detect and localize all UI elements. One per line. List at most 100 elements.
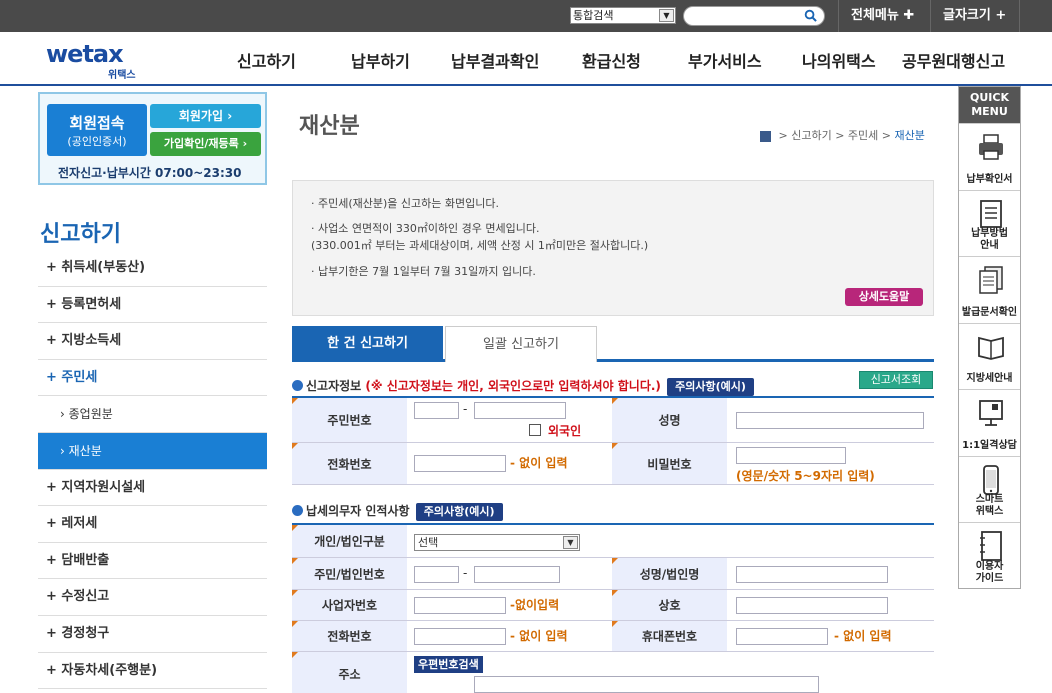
lnb-item-vehicle-tax[interactable]: + 자동차세(주행분) — [38, 653, 267, 690]
gnb-item-report[interactable]: 신고하기 — [237, 48, 296, 72]
gnb-item-my-wetax[interactable]: 나의위택스 — [802, 48, 876, 72]
chevron-right-icon: › — [242, 137, 248, 150]
lnb-item-regional-resource-tax[interactable]: + 지역자원시설세 — [38, 470, 267, 507]
taxpayer-section-title: 납세의무자 인적사항 주의사항(예시) — [292, 502, 503, 521]
rejoin-label: 가입확인/재등록 — [163, 137, 239, 150]
font-size-button[interactable]: 글자크기 + — [930, 0, 1020, 32]
lnb-subitem-property[interactable]: › 재산분 — [38, 432, 267, 470]
member-login-button[interactable]: 회원접속 (공인인증서) — [47, 104, 147, 156]
reporter-notice-button[interactable]: 주의사항(예시) — [667, 377, 754, 396]
quick-menu: QUICK MENU 납부확인서 납부방법 안내 발급문서확인 지방세안내 1:1일… — [958, 86, 1021, 589]
quick-item-local-tax-guide[interactable]: 지방세안내 — [959, 322, 1020, 390]
tab-bulk-report[interactable]: 일괄 신고하기 — [445, 326, 597, 362]
lnb-item-local-income-tax[interactable]: + 지방소득세 — [38, 323, 267, 360]
dash-separator: - — [463, 402, 468, 416]
lnb-item-registration-tax[interactable]: + 등록면허세 — [38, 287, 267, 324]
tp-phone-input[interactable] — [414, 628, 506, 645]
member-login-label: 회원접속 — [69, 114, 125, 132]
company-input[interactable] — [736, 597, 888, 614]
lnb-title: 신고하기 — [40, 222, 121, 247]
quick-item-smart-wetax[interactable]: 스마트 위택스 — [959, 455, 1020, 523]
quick-item-label-1: 스마트 — [975, 494, 1004, 505]
quick-item-label-2: 가이드 — [975, 572, 1004, 584]
breadcrumb-current: 재산분 — [894, 129, 925, 142]
search-scope-select[interactable]: 통합검색 ▼ — [570, 7, 676, 24]
info-box: · 주민세(재산분)을 신고하는 화면입니다. · 사업소 연면적이 330㎡이… — [292, 180, 934, 316]
gnb-item-refund[interactable]: 환급신청 — [582, 48, 641, 72]
lnb-item-tobacco[interactable]: + 담배반출 — [38, 543, 267, 580]
company-label: 상호 — [658, 598, 681, 613]
foreigner-label: 외국인 — [548, 424, 582, 438]
info-line: (330.001㎡ 부터는 과세대상이며, 세액 산정 시 1㎡미만은 절사합니… — [311, 239, 649, 252]
rrn-front-input[interactable] — [414, 402, 459, 419]
quick-item-payment-certificate[interactable]: 납부확인서 — [959, 123, 1020, 190]
smartphone-icon — [983, 464, 999, 495]
form-row: 사업자번호 -없이입력 상호 — [292, 590, 934, 621]
tab-single-report[interactable]: 한 건 신고하기 — [292, 326, 443, 362]
id-back-input[interactable] — [474, 566, 560, 583]
quick-item-document-verify[interactable]: 발급문서확인 — [959, 256, 1020, 323]
lnb-item-amended-report[interactable]: + 수정신고 — [38, 579, 267, 616]
search-icon[interactable] — [804, 9, 817, 22]
quick-menu-head-1: QUICK — [970, 91, 1009, 104]
breadcrumb-item[interactable]: 신고하기 — [791, 129, 831, 142]
field-label: 개인/법인구분 — [292, 525, 407, 557]
taxpayer-notice-button[interactable]: 주의사항(예시) — [415, 502, 503, 521]
mobile-input[interactable] — [736, 628, 828, 645]
form-row: 주민번호 - 외국인 성명 — [292, 398, 934, 443]
lnb-item-correction-claim[interactable]: + 경정청구 — [38, 616, 267, 653]
document-list-icon — [980, 199, 1002, 228]
name-input[interactable] — [736, 412, 924, 429]
bullet-icon — [292, 505, 303, 516]
taxpayer-title-text: 납세의무자 인적사항 — [306, 504, 410, 518]
info-line: · 납부기한은 7월 1일부터 7월 31일까지 입니다. — [311, 265, 536, 278]
corp-name-input[interactable] — [736, 566, 888, 583]
bizno-label: 사업자번호 — [321, 598, 378, 613]
quick-item-user-guide[interactable]: 이용자 가이드 — [959, 522, 1020, 589]
info-line: · 사업소 연면적이 330㎡이하인 경우 면세입니다. — [311, 222, 540, 235]
notebook-icon — [980, 531, 1002, 561]
breadcrumb-item[interactable]: 주민세 — [848, 129, 878, 142]
lnb-item-leisure-tax[interactable]: + 레저세 — [38, 506, 267, 543]
quick-item-payment-guide[interactable]: 납부방법 안내 — [959, 189, 1020, 257]
search-input[interactable] — [683, 6, 825, 26]
rrn-back-input[interactable] — [474, 402, 566, 419]
password-input[interactable] — [736, 447, 846, 464]
field-label: 비밀번호 — [612, 443, 727, 484]
join-button[interactable]: 회원가입 › — [150, 104, 261, 128]
mobile-note: - 없이 입력 — [834, 629, 892, 643]
quick-item-label: 발급문서확인 — [961, 306, 1018, 318]
report-lookup-button[interactable]: 신고서조회 — [859, 371, 933, 389]
all-menu-label: 전체메뉴 — [851, 8, 899, 23]
field-label: 휴대폰번호 — [612, 621, 727, 651]
type-label: 개인/법인구분 — [314, 534, 385, 549]
bizno-input[interactable] — [414, 597, 506, 614]
reporter-section-title: 신고자정보 (※ 신고자정보는 개인, 외국인으로만 입력하셔야 합니다.) 주… — [292, 377, 754, 396]
field-label: 상호 — [612, 590, 727, 620]
top-utility-bar: 통합검색 ▼ 전체메뉴 ✚ 글자크기 + — [0, 0, 1052, 32]
address-input[interactable] — [474, 676, 819, 693]
lnb-subitem-employee[interactable]: › 종업원분 — [38, 396, 267, 433]
phone-input[interactable] — [414, 455, 506, 472]
field-label: 전화번호 — [292, 621, 407, 651]
detailed-help-button[interactable]: 상세도움말 — [845, 288, 923, 306]
quick-item-consultation[interactable]: 1:1일격상담 — [959, 389, 1020, 456]
wetax-logo[interactable]: wetax 위택스 — [46, 40, 156, 81]
gnb-item-pay-result[interactable]: 납부결과확인 — [451, 48, 539, 72]
home-icon[interactable] — [760, 130, 771, 142]
foreigner-checkbox[interactable] — [529, 424, 541, 436]
lnb-item-acquisition-tax[interactable]: + 취득세(부동산) — [38, 250, 267, 287]
gnb-item-pay[interactable]: 납부하기 — [351, 48, 410, 72]
zip-search-button[interactable]: 우편번호검색 — [414, 656, 483, 673]
form-row: 전화번호 - 없이 입력 비밀번호 (영문/숫자 5~9자리 입력) — [292, 443, 934, 485]
all-menu-button[interactable]: 전체메뉴 ✚ — [838, 0, 930, 32]
taxpayer-type-select[interactable]: 선택 ▼ — [414, 534, 580, 551]
lnb-item-resident-tax[interactable]: + 주민세 — [38, 360, 267, 397]
rejoin-button[interactable]: 가입확인/재등록 › — [150, 132, 261, 156]
reporter-form: 주민번호 - 외국인 성명 전화번호 - 없이 입력 비밀번호 (영문/숫자 5… — [292, 396, 934, 485]
gnb-item-official-proxy[interactable]: 공무원대행신고 — [902, 48, 1005, 72]
quick-item-label: 스마트 위택스 — [959, 494, 1020, 518]
id-front-input[interactable] — [414, 566, 459, 583]
gnb-item-extra-service[interactable]: 부가서비스 — [688, 48, 762, 72]
password-label: 비밀번호 — [647, 457, 692, 471]
